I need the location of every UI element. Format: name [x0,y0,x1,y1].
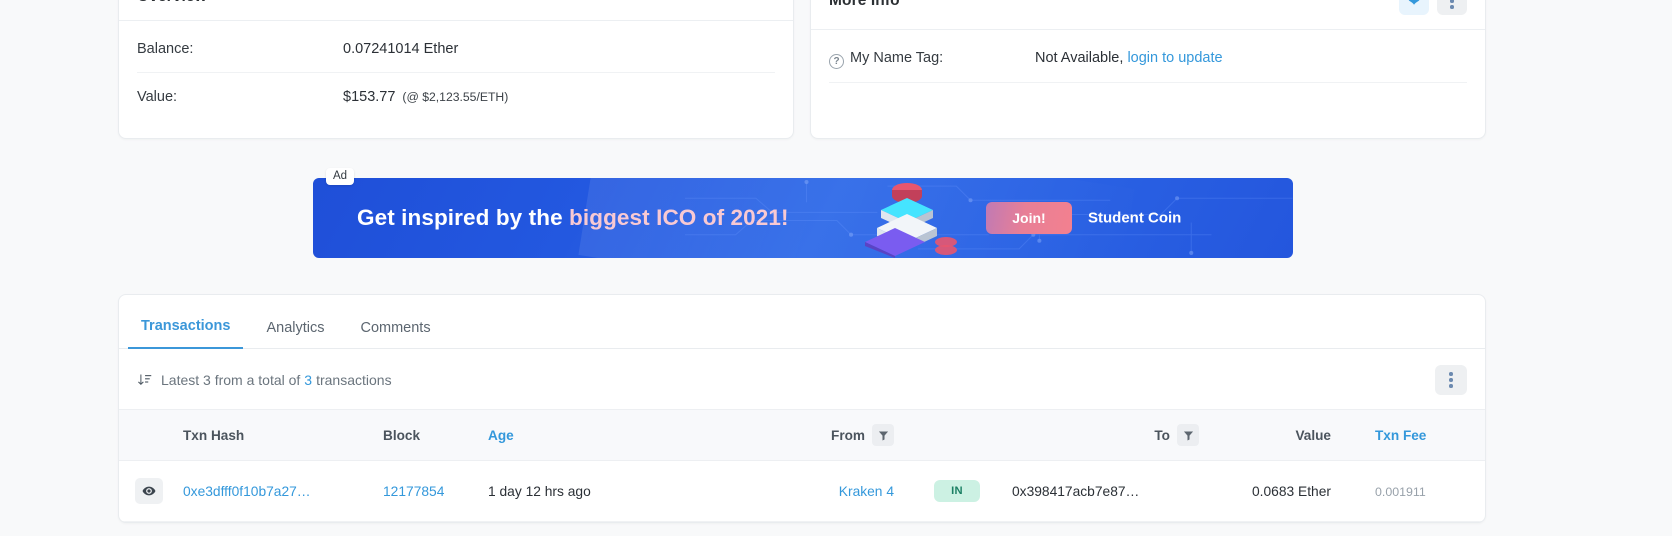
column-header-direction [912,409,1002,461]
login-to-update-link[interactable]: login to update [1127,50,1222,66]
table-header-row: Txn Hash Block Age From To Value Txn Fee [119,409,1485,461]
more-info-card-header: More Info ❤ [811,0,1485,30]
value-row: Value: $153.77 (@ $2,123.55/ETH) [137,73,775,120]
row-direction: IN [912,460,1002,522]
balance-row: Balance: 0.07241014 Ether [137,25,775,73]
advertisement: Ad Get inspired by the biggest ICO of 20… [313,168,1293,258]
row-to: 0x398417acb7e87… [1002,460,1217,522]
page-root: Overview Balance: 0.07241014 Ether Value… [0,0,1672,536]
row-from: Kraken 4 [682,460,912,522]
more-info-card: More Info ❤ ? My Name Tag: Not Available… [810,0,1486,139]
transactions-table-head: Txn Hash Block Age From To Value Txn Fee [119,409,1485,461]
column-header-from: From [682,409,912,461]
ad-banner-link[interactable]: Get inspired by the biggest ICO of 2021! [313,178,1293,258]
tab-analytics[interactable]: Analytics [253,320,337,349]
transactions-table: Txn Hash Block Age From To Value Txn Fee… [119,409,1485,522]
table-row: 0xe3dfff0f10b7a27… 12177854 1 day 12 hrs… [119,460,1485,522]
heart-icon: ❤ [1407,0,1421,10]
row-block: 12177854 [377,460,482,522]
name-tag-label: My Name Tag: [850,50,944,66]
column-header-value: Value [1217,409,1357,461]
ad-join-button[interactable]: Join! [986,202,1072,234]
ad-headline-highlight: biggest ICO of 2021! [569,205,789,230]
row-age: 1 day 12 hrs ago [482,460,682,522]
transactions-table-body: 0xe3dfff0f10b7a27… 12177854 1 day 12 hrs… [119,460,1485,522]
tab-transactions[interactable]: Transactions [128,318,244,349]
eye-icon[interactable] [135,478,163,504]
favorite-button[interactable]: ❤ [1399,0,1429,15]
overview-card: Overview Balance: 0.07241014 Ether Value… [118,0,794,139]
status-badge: IN [934,480,980,502]
transactions-count-suffix: transactions [316,372,392,388]
vertical-dots-icon [1450,0,1454,9]
column-header-block: Block [377,409,482,461]
to-filter-button[interactable] [1177,424,1199,446]
more-info-card-body: ? My Name Tag: Not Available, login to up… [811,30,1485,135]
column-header-age[interactable]: Age [482,409,682,461]
to-address[interactable]: 0x398417acb7e87… [1012,484,1139,499]
coin-stack-illustration-icon [865,183,957,258]
row-txn-hash: 0xe3dfff0f10b7a27… [177,460,377,522]
more-info-title: More Info [829,0,900,9]
transactions-panel: Transactions Analytics Comments Latest 3… [118,294,1486,523]
question-mark-icon[interactable]: ? [829,53,844,69]
value-eth-rate: (@ $2,123.55/ETH) [402,90,509,104]
transactions-total-count[interactable]: 3 [304,372,312,388]
overview-card-header: Overview [119,0,793,21]
vertical-dots-icon [1449,372,1453,388]
block-number-link[interactable]: 12177854 [383,484,444,499]
row-fee: 0.001911 [1357,460,1485,522]
summary-cards-row: Overview Balance: 0.07241014 Ether Value… [118,0,1486,139]
name-tag-value: Not Available, [1035,50,1124,66]
value-amount: $153.77 [343,89,396,105]
ad-brand-name: Student Coin [1088,209,1182,227]
ad-headline: Get inspired by the biggest ICO of 2021! [357,205,789,231]
column-header-txn-fee[interactable]: Txn Fee [1357,409,1485,461]
more-info-actions: ❤ [1399,0,1467,15]
value-label: Value: [137,89,178,105]
name-tag-row: ? My Name Tag: Not Available, login to up… [829,34,1467,83]
overview-title: Overview [137,0,207,6]
sort-descending-icon[interactable] [137,373,152,388]
txn-hash-link[interactable]: 0xe3dfff0f10b7a27… [183,484,311,499]
txn-fee-value: 0.001911 [1375,484,1426,499]
tab-comments[interactable]: Comments [347,320,443,349]
from-address-link[interactable]: Kraken 4 [839,484,894,499]
tab-bar: Transactions Analytics Comments [119,295,1485,349]
column-header-eye [119,409,177,461]
column-header-txn-hash: Txn Hash [177,409,377,461]
transactions-count-text: Latest 3 from a total of 3 transactions [137,372,392,388]
transactions-options-button[interactable] [1435,365,1467,395]
overview-card-body: Balance: 0.07241014 Ether Value: $153.77… [119,21,793,138]
name-tag-spacer-row [829,83,1467,117]
row-eye-cell [119,460,177,522]
name-tag-label-wrap: ? My Name Tag: [829,50,1035,69]
column-header-to-label: To [1154,427,1170,443]
column-header-from-label: From [831,427,865,443]
row-value: 0.0683 Ether [1217,460,1357,522]
from-filter-button[interactable] [872,424,894,446]
balance-label: Balance: [137,41,194,57]
transactions-count-prefix: Latest 3 from a total of [161,372,301,388]
column-header-to: To [1002,409,1217,461]
ad-headline-plain: Get inspired by the [357,205,570,230]
balance-value: 0.07241014 Ether [343,41,459,57]
ad-badge: Ad [326,168,355,185]
name-tag-value-wrap: Not Available, login to update [1035,50,1223,66]
transactions-meta-bar: Latest 3 from a total of 3 transactions [119,349,1485,409]
more-options-button[interactable] [1437,0,1467,15]
